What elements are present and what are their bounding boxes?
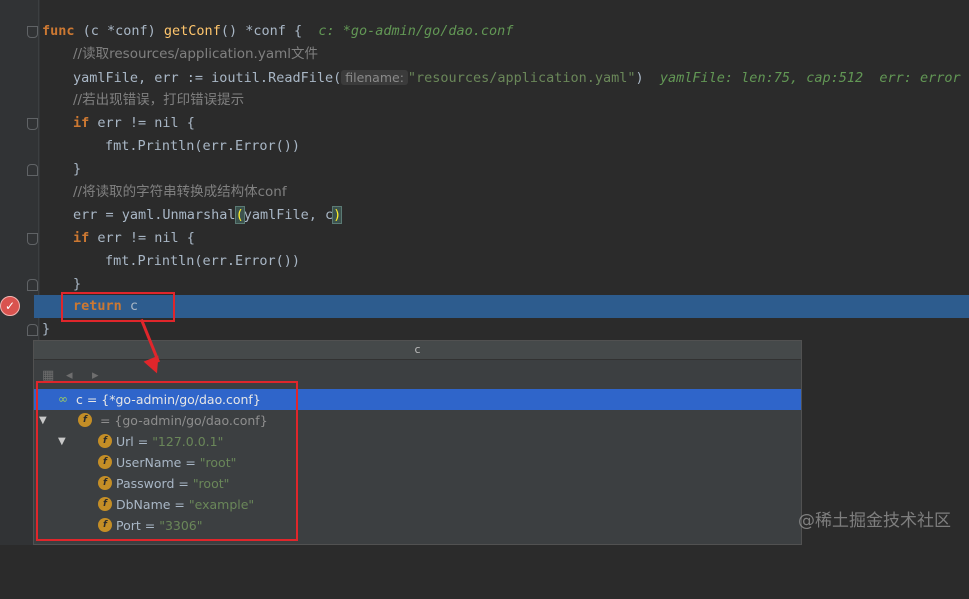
function-name: getConf bbox=[163, 23, 221, 39]
code-comment: //将读取的字符串转换成结构体conf bbox=[73, 184, 287, 200]
keyword-func: func bbox=[42, 23, 75, 39]
string-literal: "resources/application.yaml" bbox=[407, 70, 636, 86]
statement: yamlFile, err := ioutil.ReadFile( bbox=[73, 70, 342, 86]
signature: () *conf { bbox=[220, 23, 303, 39]
condition: err != nil { bbox=[89, 115, 195, 131]
keyword-if: if bbox=[73, 115, 90, 131]
keyword-if: if bbox=[73, 230, 90, 246]
code-text: if err != nil { bbox=[73, 114, 195, 133]
statement: err = yaml.Unmarshal bbox=[73, 207, 236, 223]
bracket-match: ) bbox=[332, 206, 343, 224]
code-line-5[interactable]: if err != nil { bbox=[0, 112, 969, 135]
arguments: yamlFile, c bbox=[243, 207, 334, 223]
fold-icon[interactable] bbox=[27, 26, 38, 38]
bracket-match: ( bbox=[234, 206, 245, 224]
code-line-4[interactable]: //若出现错误，打印错误提示 bbox=[0, 89, 969, 112]
fold-icon[interactable] bbox=[27, 279, 38, 291]
watermark: @稀土掘金技术社区 bbox=[798, 511, 951, 531]
code-line-9[interactable]: err = yaml.Unmarshal(yamlFile, c) bbox=[0, 204, 969, 227]
code-line-11[interactable]: fmt.Println(err.Error()) bbox=[0, 250, 969, 273]
annotation-box-return bbox=[61, 292, 175, 322]
code-text: err = yaml.Unmarshal(yamlFile, c) bbox=[73, 206, 343, 225]
condition: err != nil { bbox=[89, 230, 195, 246]
fold-icon[interactable] bbox=[27, 118, 38, 130]
parameter-hint: filename: bbox=[341, 70, 408, 85]
code-line-3[interactable]: yamlFile, err := ioutil.ReadFile(filenam… bbox=[0, 66, 969, 89]
code-line-6[interactable]: fmt.Println(err.Error()) bbox=[0, 135, 969, 158]
code-text: func (c *conf) getConf() *conf { c: *go-… bbox=[42, 22, 513, 41]
code-text: if err != nil { bbox=[73, 229, 195, 248]
code-text: fmt.Println(err.Error()) bbox=[105, 253, 301, 269]
code-comment: //若出现错误，打印错误提示 bbox=[73, 92, 245, 108]
code-text: fmt.Println(err.Error()) bbox=[105, 138, 301, 154]
inline-debug-value: c: *go-admin/go/dao.conf bbox=[318, 23, 514, 39]
code-text: } bbox=[73, 161, 82, 177]
code-text: } bbox=[42, 321, 51, 337]
paren: ) bbox=[635, 70, 644, 86]
code-line-1[interactable]: func (c *conf) getConf() *conf { c: *go-… bbox=[0, 20, 969, 43]
receiver: (c *conf) bbox=[74, 23, 164, 39]
inline-debug-value: yamlFile: len:75, cap:512 err: error bbox=[659, 70, 961, 86]
fold-icon[interactable] bbox=[27, 324, 38, 336]
code-line-2[interactable]: //读取resources/application.yaml文件 bbox=[0, 43, 969, 66]
code-line-8[interactable]: //将读取的字符串转换成结构体conf bbox=[0, 181, 969, 204]
fold-icon[interactable] bbox=[27, 164, 38, 176]
code-text: yamlFile, err := ioutil.ReadFile(filenam… bbox=[73, 68, 961, 88]
annotation-box-popup bbox=[36, 381, 298, 541]
breakpoint-icon[interactable]: ✓ bbox=[0, 296, 20, 316]
code-comment: //读取resources/application.yaml文件 bbox=[73, 46, 318, 62]
code-line-7[interactable]: } bbox=[0, 158, 969, 181]
fold-icon[interactable] bbox=[27, 233, 38, 245]
code-line-10[interactable]: if err != nil { bbox=[0, 227, 969, 250]
